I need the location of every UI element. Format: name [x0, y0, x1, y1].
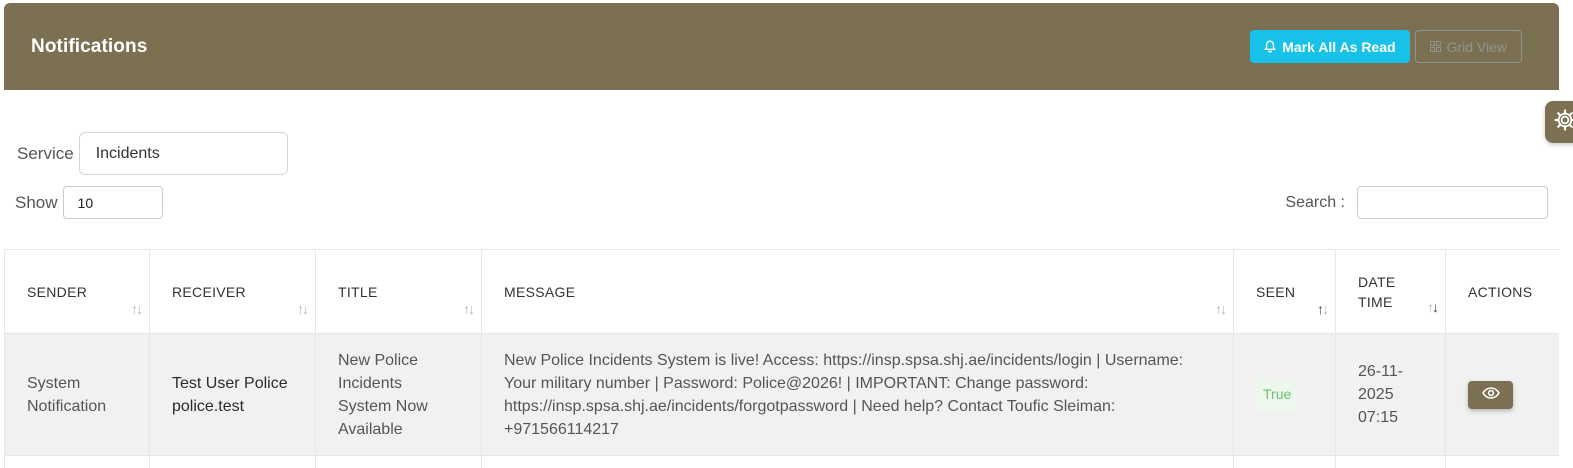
sort-icon: ↑↓ — [131, 301, 143, 317]
cell-receiver: Test User Police police.test — [149, 333, 316, 456]
table-header-row: SENDER ↑↓ RECEIVER ↑↓ TITLE ↑↓ MESSAGE ↑… — [4, 249, 1559, 334]
empty-cell — [315, 455, 482, 468]
service-filter: Service Incidents — [17, 132, 288, 175]
column-header-datetime[interactable]: DATE TIME ↑↓ — [1335, 249, 1446, 334]
table-row: System Notification Test User Police pol… — [4, 333, 1559, 456]
header-actions: Mark All As Read Grid View — [1250, 30, 1522, 63]
gear-icon — [1554, 108, 1573, 136]
notifications-table: SENDER ↑↓ RECEIVER ↑↓ TITLE ↑↓ MESSAGE ↑… — [4, 249, 1559, 468]
column-header-receiver[interactable]: RECEIVER ↑↓ — [149, 249, 316, 334]
time-line: 07:15 — [1358, 409, 1399, 426]
empty-cell — [1335, 455, 1446, 468]
date-line: 26-11- — [1358, 363, 1404, 380]
notifications-card: Notifications Mark All As Read Grid View… — [4, 3, 1559, 468]
eye-icon — [1481, 383, 1500, 406]
search-input[interactable] — [1357, 186, 1548, 219]
column-header-title[interactable]: TITLE ↑↓ — [315, 249, 482, 334]
column-actions-label: ACTIONS — [1468, 283, 1533, 300]
table-row — [4, 455, 1559, 468]
sender-line: Notification — [27, 397, 107, 415]
cell-title: New Police Incidents System Now Availabl… — [315, 333, 482, 456]
cell-seen: True — [1233, 333, 1336, 456]
grid-icon — [1429, 41, 1441, 52]
card-header: Notifications Mark All As Read Grid View — [4, 3, 1559, 90]
cell-actions — [1445, 333, 1559, 456]
title-line: Available — [338, 420, 403, 438]
empty-cell — [149, 455, 316, 468]
column-message-label: MESSAGE — [504, 283, 576, 300]
show-label: Show — [15, 192, 58, 212]
grid-view-label: Grid View — [1446, 38, 1507, 55]
empty-cell — [4, 455, 150, 468]
receiver-name: Test User Police — [172, 374, 288, 392]
sort-desc-icon: ↑↓ — [1427, 299, 1439, 315]
column-title-label: TITLE — [338, 283, 378, 300]
column-receiver-label: RECEIVER — [172, 283, 246, 300]
sort-icon: ↑↓ — [1215, 301, 1227, 317]
service-label: Service — [17, 143, 74, 163]
cell-message: New Police Incidents System is live! Acc… — [481, 333, 1234, 456]
column-sender-label: SENDER — [27, 283, 88, 300]
column-seen-label: SEEN — [1256, 283, 1296, 300]
empty-cell — [1445, 455, 1559, 468]
search-label: Search : — [1285, 193, 1345, 211]
message-text: New Police Incidents System is live! Acc… — [504, 351, 1184, 438]
column-header-seen[interactable]: SEEN ↑↓ — [1233, 249, 1336, 334]
service-select[interactable]: Incidents — [78, 132, 288, 175]
sort-icon: ↑↓ — [297, 301, 309, 317]
settings-tab[interactable] — [1545, 101, 1573, 143]
cell-sender: System Notification — [4, 333, 150, 456]
column-header-actions: ACTIONS — [1445, 249, 1559, 334]
empty-cell — [1233, 455, 1336, 468]
show-entries-input[interactable]: 10 — [62, 186, 163, 219]
mark-all-as-read-button[interactable]: Mark All As Read — [1250, 30, 1410, 63]
date-line: 2025 — [1358, 386, 1394, 403]
column-date-label: DATE — [1358, 273, 1396, 290]
title-line: System Now — [338, 397, 428, 415]
view-button[interactable] — [1468, 380, 1513, 409]
empty-cell — [481, 455, 1234, 468]
column-header-sender[interactable]: SENDER ↑↓ — [4, 249, 150, 334]
sort-icon: ↑↓ — [463, 301, 475, 317]
bell-icon — [1264, 40, 1277, 53]
mark-all-as-read-label: Mark All As Read — [1282, 38, 1396, 55]
show-entries: Show 10 — [15, 186, 163, 219]
page-title: Notifications — [31, 35, 148, 57]
sender-line: System — [27, 374, 81, 392]
receiver-username: police.test — [172, 397, 245, 415]
search-area: Search : — [1285, 186, 1548, 219]
title-line: Incidents — [338, 374, 403, 392]
sort-asc-icon: ↑↓ — [1317, 301, 1329, 317]
cell-datetime: 26-11- 2025 07:15 — [1335, 333, 1446, 456]
column-header-message[interactable]: MESSAGE ↑↓ — [481, 249, 1234, 334]
title-line: New Police — [338, 351, 419, 369]
column-time-label: TIME — [1358, 293, 1393, 310]
seen-badge: True — [1256, 378, 1299, 411]
grid-view-button[interactable]: Grid View — [1414, 30, 1522, 63]
